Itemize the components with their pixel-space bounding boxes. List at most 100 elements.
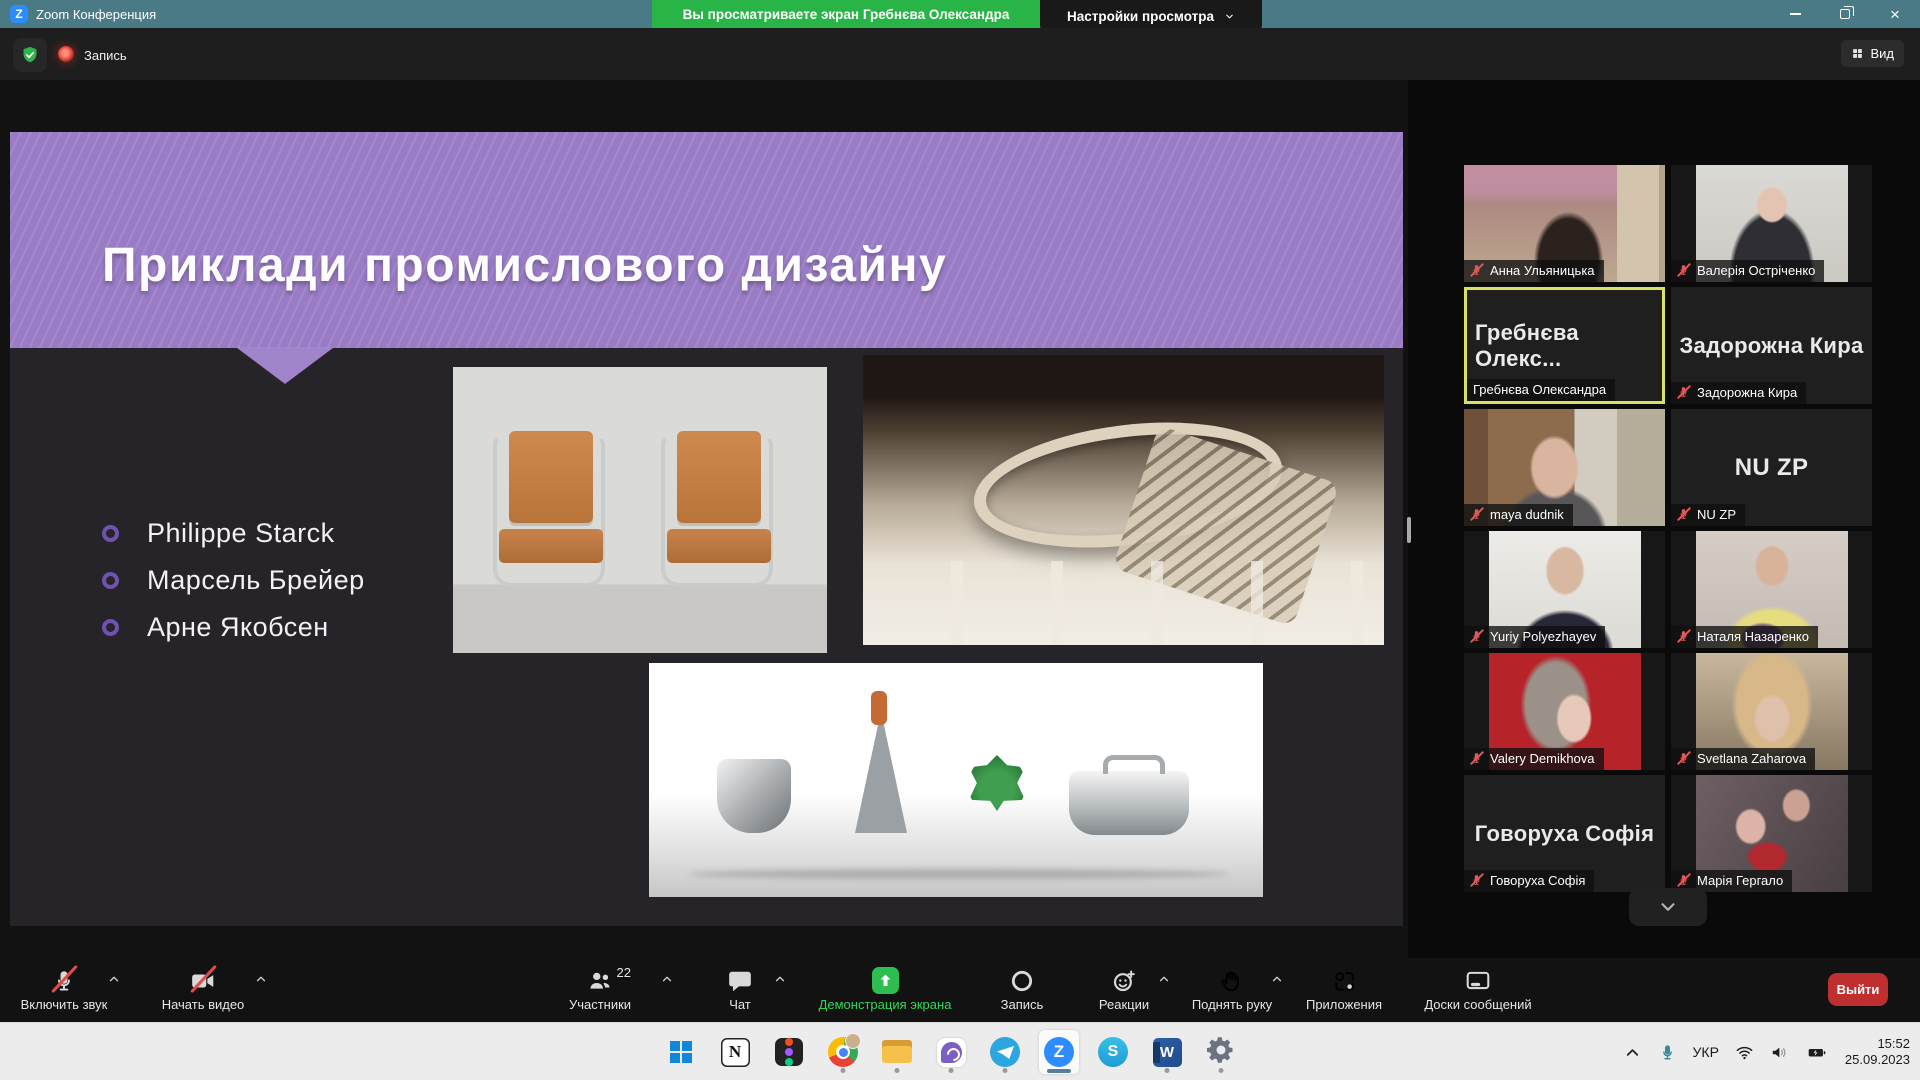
mic-muted-icon: [1677, 263, 1691, 278]
camera-off-icon: [190, 965, 216, 996]
list-item: Philippe Starck: [102, 518, 365, 549]
participant-tile[interactable]: Valery Demikhova: [1464, 653, 1665, 770]
taskbar-clock[interactable]: 15:52 25.09.2023: [1845, 1036, 1910, 1068]
share-screen-button[interactable]: Демонстрация экрана: [795, 958, 975, 1022]
shared-screen-area: Приклади промислового дизайну Philippe S…: [0, 80, 1920, 958]
mic-muted-icon: [51, 965, 77, 996]
close-button[interactable]: ×: [1870, 0, 1920, 28]
more-participants-button[interactable]: [1629, 888, 1707, 926]
mic-muted-icon: [1470, 507, 1484, 522]
leave-meeting-button[interactable]: Выйти: [1828, 973, 1888, 1006]
raise-hand-options-chevron[interactable]: [1270, 972, 1284, 986]
battery-charging-icon[interactable]: [1805, 1043, 1829, 1062]
participant-tile[interactable]: Задорожна Кира Задорожна Кира: [1671, 287, 1872, 404]
security-shield-button[interactable]: [13, 38, 47, 72]
apps-icon: [1331, 965, 1357, 996]
participant-big-name: Задорожна Кира: [1679, 333, 1863, 359]
zoom-app-icon: Z: [10, 5, 28, 23]
raise-hand-label: Поднять руку: [1192, 997, 1272, 1012]
close-icon: ×: [1890, 6, 1900, 23]
reactions-button[interactable]: Реакции: [1078, 958, 1170, 1022]
wifi-icon[interactable]: [1735, 1043, 1754, 1062]
bullet-icon: [102, 525, 119, 542]
chat-button[interactable]: Чат: [698, 958, 782, 1022]
taskbar-app-viber[interactable]: [931, 1030, 971, 1074]
grid-view-icon: [1851, 47, 1864, 60]
audio-options-chevron[interactable]: [107, 972, 121, 986]
panel-resize-handle[interactable]: [1407, 517, 1411, 543]
tray-overflow-chevron[interactable]: [1623, 1043, 1642, 1062]
chair-shape: [491, 425, 609, 595]
notion-icon: N: [721, 1038, 750, 1067]
language-indicator[interactable]: УКР: [1693, 1044, 1719, 1060]
restore-button[interactable]: [1820, 0, 1870, 28]
cone-tip-shape: [871, 691, 887, 725]
telegram-icon: [990, 1037, 1020, 1067]
participant-tile[interactable]: Анна Ульяницька: [1464, 165, 1665, 282]
participant-nameplate: Говоруха Софія: [1464, 870, 1594, 892]
whiteboards-button[interactable]: Доски сообщений: [1404, 958, 1552, 1022]
view-button[interactable]: Вид: [1841, 40, 1904, 67]
speaker-icon[interactable]: [1770, 1043, 1789, 1062]
record-button[interactable]: Запись: [978, 958, 1066, 1022]
participant-tile[interactable]: maya dudnik: [1464, 409, 1665, 526]
participant-tile[interactable]: Наталя Назаренко: [1671, 531, 1872, 648]
bullet-text: Марсель Брейер: [147, 565, 365, 596]
unmute-label: Включить звук: [21, 997, 108, 1012]
taskbar-app-chrome[interactable]: [823, 1030, 863, 1074]
apps-button[interactable]: Приложения: [1290, 958, 1398, 1022]
taskbar-apps: N Z S W: [661, 1030, 1241, 1074]
share-screen-label: Демонстрация экрана: [819, 997, 952, 1012]
mic-muted-icon: [1470, 751, 1484, 766]
recording-indicator-icon: [58, 46, 74, 62]
minimize-button[interactable]: [1770, 0, 1820, 28]
pot-shape: [1069, 771, 1189, 835]
tray-mic-icon[interactable]: [1658, 1043, 1677, 1062]
taskbar-app-skype[interactable]: S: [1093, 1030, 1133, 1074]
participant-nameplate: Svetlana Zaharova: [1671, 748, 1815, 770]
raise-hand-button[interactable]: Поднять руку: [1176, 958, 1288, 1022]
start-button[interactable]: [661, 1030, 701, 1074]
meeting-toolbar: Включить звук Начать видео 22 Участники …: [0, 958, 1920, 1022]
mic-muted-icon: [1470, 629, 1484, 644]
participant-tile[interactable]: NU ZP NU ZP: [1671, 409, 1872, 526]
chat-label: Чат: [729, 997, 751, 1012]
taskbar-app-telegram[interactable]: [985, 1030, 1025, 1074]
list-item: Марсель Брейер: [102, 565, 365, 596]
chevron-down-icon: [1224, 11, 1235, 22]
participant-name: Говоруха Софія: [1490, 873, 1585, 888]
participants-options-chevron[interactable]: [660, 972, 674, 986]
participant-tile[interactable]: Yuriy Polyezhayev: [1464, 531, 1665, 648]
taskbar-app-zoom[interactable]: Z: [1039, 1030, 1079, 1074]
participant-nameplate: Yuriy Polyezhayev: [1464, 626, 1605, 648]
video-options-chevron[interactable]: [254, 972, 268, 986]
chair-shape: [659, 425, 777, 595]
participant-tile[interactable]: Валерія Остріченко: [1671, 165, 1872, 282]
whiteboards-label: Доски сообщений: [1424, 997, 1531, 1012]
participant-tile[interactable]: Говоруха Софія Говоруха Софія: [1464, 775, 1665, 892]
taskbar-app-word[interactable]: W: [1147, 1030, 1187, 1074]
chrome-icon: [828, 1037, 858, 1067]
windows-logo-icon: [670, 1041, 692, 1063]
participant-tile[interactable]: Марія Гергало: [1671, 775, 1872, 892]
participant-nameplate: NU ZP: [1671, 504, 1745, 526]
viber-icon: [937, 1038, 966, 1067]
taskbar-app-notion[interactable]: N: [715, 1030, 755, 1074]
taskbar-app-file-explorer[interactable]: [877, 1030, 917, 1074]
apps-label: Приложения: [1306, 997, 1382, 1012]
chat-options-chevron[interactable]: [773, 972, 787, 986]
participant-tile-active-speaker[interactable]: Гребнєва Олекс... Гребнєва Олександра: [1464, 287, 1665, 404]
mic-muted-icon: [1470, 263, 1484, 278]
unmute-button[interactable]: Включить звук: [8, 958, 120, 1022]
taskbar-app-settings[interactable]: [1201, 1030, 1241, 1074]
chrome-profile-avatar: [845, 1033, 861, 1049]
participants-button[interactable]: 22 Участники: [546, 958, 654, 1022]
shadow-shape: [689, 869, 1229, 879]
participant-tile[interactable]: Svetlana Zaharova: [1671, 653, 1872, 770]
green-flower-shape: [969, 755, 1025, 811]
start-video-button[interactable]: Начать видео: [147, 958, 259, 1022]
taskbar-app-figma[interactable]: [769, 1030, 809, 1074]
figma-icon: [775, 1038, 803, 1066]
slide-bullet-list: Philippe Starck Марсель Брейер Арне Якоб…: [102, 518, 365, 643]
reactions-options-chevron[interactable]: [1157, 972, 1171, 986]
